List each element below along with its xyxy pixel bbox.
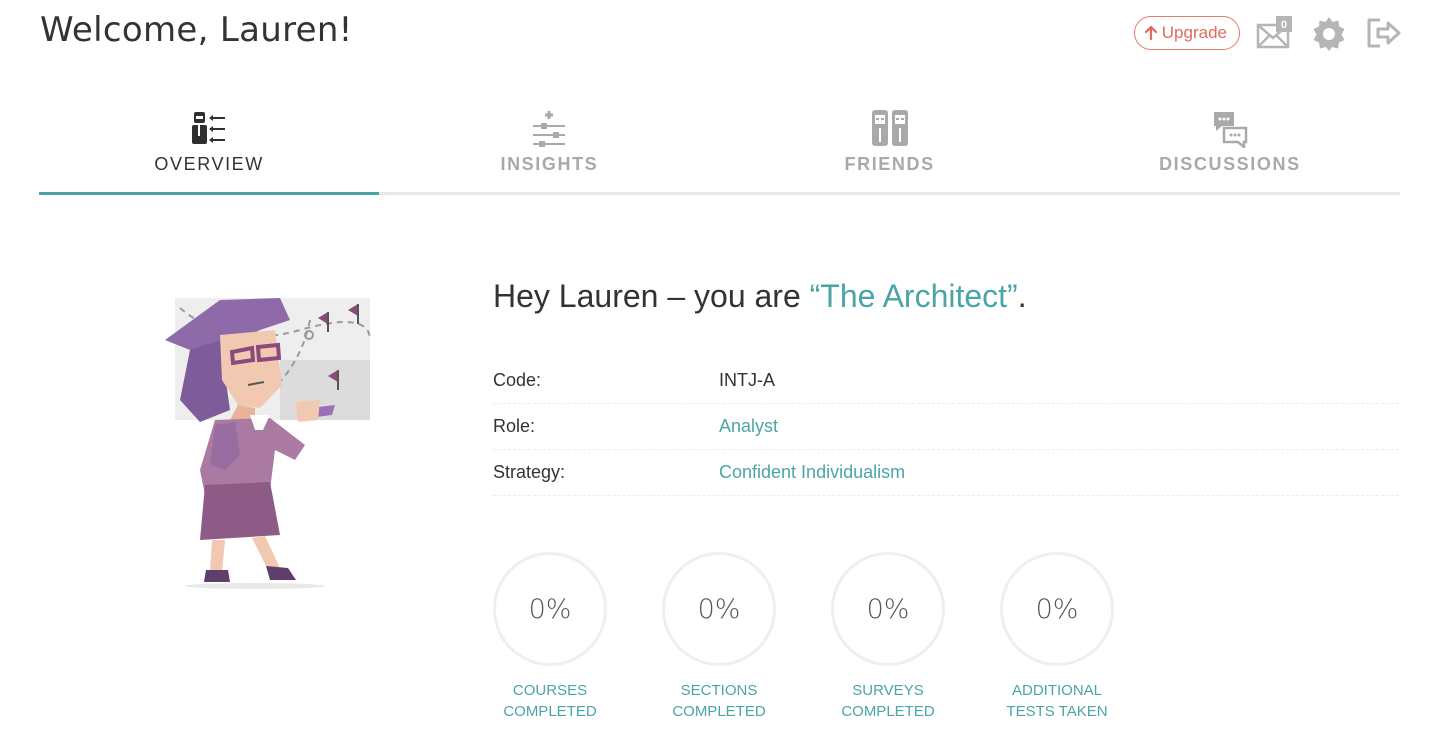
stat-label: SECTIONS COMPLETED — [649, 680, 789, 722]
stat-label: COURSES COMPLETED — [480, 680, 620, 722]
stat-surveys: 0% SURVEYS COMPLETED — [831, 552, 945, 722]
progress-ring: 0% — [831, 552, 945, 666]
mail-icon: 0 — [1256, 16, 1292, 49]
stat-additional-tests: 0% ADDITIONAL TESTS TAKEN — [1000, 552, 1114, 722]
stat-label-line: SURVEYS — [852, 682, 924, 699]
tab-label: DISCUSSIONS — [1159, 154, 1301, 174]
stat-label-line: COMPLETED — [841, 703, 935, 720]
tab-discussions[interactable]: DISCUSSIONS — [1060, 100, 1400, 192]
stat-courses: 0% COURSES COMPLETED — [493, 552, 607, 722]
progress-ring: 0% — [1000, 552, 1114, 666]
trait-key: Code: — [493, 370, 542, 390]
trait-value-code: INTJ-A — [719, 370, 775, 390]
discussions-icon — [1213, 112, 1248, 148]
tab-label: INSIGHTS — [500, 154, 599, 174]
architect-illustration — [165, 298, 371, 589]
messages-button[interactable]: 0 — [1256, 14, 1294, 52]
main-tabs: OVERVIEW INSIGHTS FRIENDS DISCUSSIONS — [39, 100, 1400, 195]
role-link[interactable]: Analyst — [719, 416, 778, 437]
stat-label-line: TESTS TAKEN — [1006, 703, 1108, 720]
trait-row-code: Code: INTJ-A — [493, 358, 1399, 404]
headline-suffix: . — [1017, 278, 1027, 314]
trait-key: Strategy: — [493, 462, 566, 482]
sliders-icon — [533, 111, 566, 147]
strategy-link[interactable]: Confident Individualism — [719, 462, 905, 483]
stat-sections: 0% SECTIONS COMPLETED — [662, 552, 776, 722]
stat-label-line: COURSES — [512, 682, 588, 699]
mail-count-badge: 0 — [1281, 19, 1287, 31]
trait-row-strategy: Strategy: Confident Individualism — [493, 450, 1399, 496]
stat-label-line: ADDITIONAL — [1011, 682, 1102, 699]
tab-insights[interactable]: INSIGHTS — [379, 100, 719, 192]
upgrade-button[interactable]: Upgrade — [1133, 16, 1240, 50]
stat-label-line: SECTIONS — [680, 682, 758, 699]
friends-icon — [871, 110, 908, 146]
tab-label: FRIENDS — [844, 154, 935, 174]
upgrade-label: Upgrade — [1161, 23, 1227, 42]
page-title: Welcome, Lauren! — [40, 10, 353, 50]
trait-row-role: Role: Analyst — [493, 404, 1399, 450]
gear-icon — [1313, 17, 1345, 51]
progress-ring: 0% — [493, 552, 607, 666]
stat-label-line: COMPLETED — [672, 703, 766, 720]
tab-label: OVERVIEW — [154, 154, 264, 174]
arrow-up-icon — [1144, 26, 1157, 40]
trait-table: Code: INTJ-A Role: Analyst Strategy: Con… — [493, 358, 1399, 496]
progress-stats: 0% COURSES COMPLETED 0% SECTIONS COMPLET… — [493, 552, 1114, 722]
trait-key: Role: — [493, 416, 536, 436]
personality-type-name: “The Architect” — [809, 278, 1018, 314]
progress-ring: 0% — [662, 552, 776, 666]
tab-overview[interactable]: OVERVIEW — [39, 100, 380, 195]
overview-icon — [192, 112, 226, 144]
tab-friends[interactable]: FRIENDS — [720, 100, 1060, 192]
headline-prefix: Hey Lauren – you are — [493, 278, 810, 314]
logout-icon — [1367, 18, 1401, 48]
stat-label: SURVEYS COMPLETED — [818, 680, 958, 722]
stat-label: ADDITIONAL TESTS TAKEN — [987, 680, 1127, 722]
settings-button[interactable] — [1310, 14, 1348, 52]
logout-button[interactable] — [1364, 14, 1402, 52]
personality-headline: Hey Lauren – you are “The Architect”. — [493, 278, 1027, 315]
stat-label-line: COMPLETED — [503, 703, 597, 720]
top-actions: Upgrade 0 — [1133, 14, 1402, 52]
